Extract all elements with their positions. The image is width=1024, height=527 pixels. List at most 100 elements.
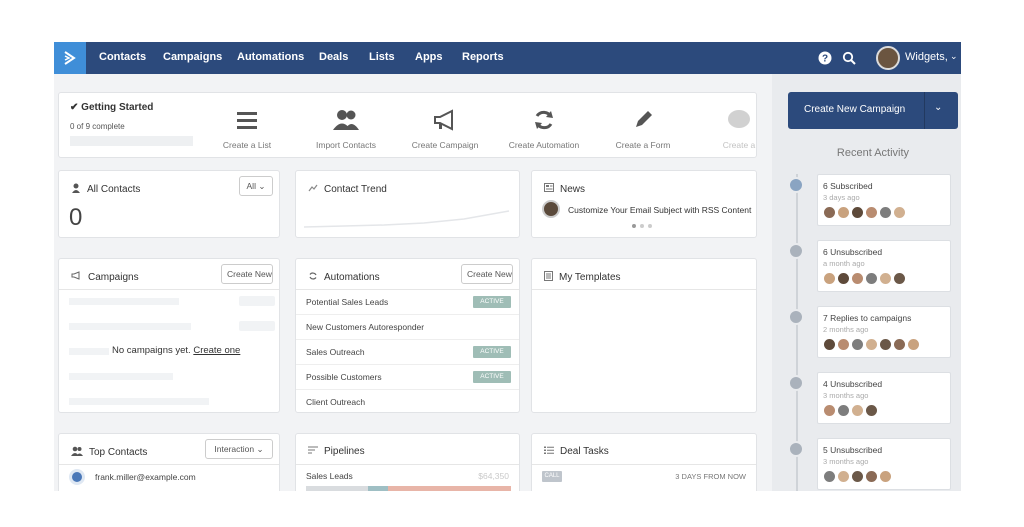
contact-avatar[interactable] xyxy=(851,470,864,483)
contact-avatar[interactable] xyxy=(865,404,878,417)
contact-avatar[interactable] xyxy=(879,338,892,351)
contact-avatar[interactable] xyxy=(837,338,850,351)
user-avatar[interactable] xyxy=(876,46,900,70)
contact-avatar[interactable] xyxy=(837,470,850,483)
contact-avatar[interactable] xyxy=(865,272,878,285)
placeholder-badge xyxy=(239,296,275,306)
automation-row[interactable]: Client Outreach xyxy=(296,390,519,412)
activity-item[interactable]: 7 Replies to campaigns 2 months ago xyxy=(788,306,960,358)
activity-card[interactable]: 4 Unsubscribed 3 months ago xyxy=(817,372,951,424)
contact-avatar[interactable] xyxy=(879,470,892,483)
contact-avatar[interactable] xyxy=(837,272,850,285)
automation-row[interactable]: New Customers Autoresponder xyxy=(296,315,519,340)
contact-avatar[interactable] xyxy=(851,272,864,285)
contact-avatar[interactable] xyxy=(865,338,878,351)
nav-contacts[interactable]: Contacts xyxy=(99,51,146,63)
task-due-date: 3 DAYS FROM NOW xyxy=(675,472,746,481)
contacts-filter-select[interactable]: All ⌄ xyxy=(239,176,273,196)
step-create-automation[interactable]: Create Automation xyxy=(502,105,586,150)
getting-started-card: ✔ Getting Started 0 of 9 complete Create… xyxy=(58,92,757,158)
create-one-link[interactable]: Create one xyxy=(193,345,240,356)
contact-avatar[interactable] xyxy=(823,206,836,219)
nav-campaigns[interactable]: Campaigns xyxy=(163,51,222,63)
contact-email[interactable]: frank.miller@example.com xyxy=(95,472,196,482)
activity-item[interactable]: 5 Unsubscribed 3 months ago xyxy=(788,438,960,490)
nav-deals[interactable]: Deals xyxy=(319,51,348,63)
status-badge: ACTIVE xyxy=(473,346,511,358)
step-label: Create a xyxy=(722,140,756,150)
getting-started-title: ✔ Getting Started xyxy=(70,102,154,113)
contact-avatar[interactable] xyxy=(865,206,878,219)
pagination-dot[interactable] xyxy=(640,224,644,228)
contact-avatar[interactable] xyxy=(837,404,850,417)
contact-avatar[interactable] xyxy=(879,272,892,285)
deal-tasks-card: Deal Tasks CALL 3 DAYS FROM NOW xyxy=(531,433,757,491)
pipeline-amount: $64,350 xyxy=(478,471,509,481)
pagination-dot[interactable] xyxy=(632,224,636,228)
search-icon[interactable] xyxy=(840,49,858,67)
activity-avatars xyxy=(823,404,878,417)
chevron-down-icon[interactable]: ⌄ xyxy=(950,51,958,62)
help-icon[interactable]: ? xyxy=(816,49,834,67)
create-campaign-button[interactable]: Create New xyxy=(221,264,273,284)
contact-avatar[interactable] xyxy=(851,338,864,351)
nav-reports[interactable]: Reports xyxy=(462,51,504,63)
activity-card[interactable]: 6 Subscribed 3 days ago xyxy=(817,174,951,226)
automation-row[interactable]: Potential Sales Leads ACTIVE xyxy=(296,290,519,315)
create-new-campaign-label: Create New Campaign xyxy=(804,104,906,115)
refresh-icon xyxy=(308,271,318,284)
step-create-list[interactable]: Create a List xyxy=(205,105,289,150)
automation-row[interactable]: Possible Customers ACTIVE xyxy=(296,365,519,390)
contact-trend-title: Contact Trend xyxy=(308,183,387,196)
create-automation-button[interactable]: Create New xyxy=(461,264,513,284)
activity-card[interactable]: 7 Replies to campaigns 2 months ago xyxy=(817,306,951,358)
reply-icon xyxy=(788,309,804,325)
contact-avatar[interactable] xyxy=(893,338,906,351)
contact-avatar[interactable] xyxy=(837,206,850,219)
chevron-down-icon[interactable]: ⌄ xyxy=(934,102,942,113)
account-name[interactable]: Widgets, xyxy=(905,51,948,63)
contact-avatar[interactable] xyxy=(907,338,920,351)
nav-lists[interactable]: Lists xyxy=(369,51,395,63)
news-pagination xyxy=(632,224,652,228)
contact-avatar[interactable] xyxy=(879,206,892,219)
placeholder-badge xyxy=(239,321,275,331)
pipeline-icon xyxy=(308,446,318,457)
contact-avatar[interactable] xyxy=(893,272,906,285)
step-create-form[interactable]: Create a Form xyxy=(601,105,685,150)
chevron-down-icon: ⌄ xyxy=(258,181,266,191)
news-card: News Customize Your Email Subject with R… xyxy=(531,170,757,238)
news-headline[interactable]: Customize Your Email Subject with RSS Co… xyxy=(568,205,751,215)
contact-avatar[interactable] xyxy=(893,206,906,219)
contact-avatar[interactable] xyxy=(823,272,836,285)
top-contacts-card: Top Contacts Interaction ⌄ frank.miller@… xyxy=(58,433,280,491)
status-badge: ACTIVE xyxy=(473,296,511,308)
top-contacts-sort-select[interactable]: Interaction ⌄ xyxy=(205,439,273,459)
activity-card[interactable]: 5 Unsubscribed 3 months ago xyxy=(817,438,951,490)
megaphone-icon xyxy=(71,271,82,283)
pipeline-name[interactable]: Sales Leads xyxy=(306,471,353,481)
contact-avatar[interactable] xyxy=(865,470,878,483)
activity-time: 3 days ago xyxy=(823,193,860,202)
logo-icon[interactable] xyxy=(54,42,86,74)
contact-avatar[interactable] xyxy=(851,206,864,219)
activity-item[interactable]: 4 Unsubscribed 3 months ago xyxy=(788,372,960,424)
contact-avatar[interactable] xyxy=(851,404,864,417)
nav-automations[interactable]: Automations xyxy=(237,51,304,63)
step-create-more[interactable]: Create a xyxy=(697,105,756,150)
contact-avatar[interactable] xyxy=(823,338,836,351)
create-new-campaign-button[interactable]: Create New Campaign ⌄ xyxy=(788,92,958,129)
activity-item[interactable]: 6 Unsubscribed a month ago xyxy=(788,240,960,292)
automation-name: Client Outreach xyxy=(306,397,366,407)
contact-avatar[interactable] xyxy=(823,404,836,417)
pagination-dot[interactable] xyxy=(648,224,652,228)
pipelines-card: Pipelines Sales Leads $64,350 xyxy=(295,433,520,491)
contact-avatar[interactable] xyxy=(823,470,836,483)
activity-card[interactable]: 6 Unsubscribed a month ago xyxy=(817,240,951,292)
step-import-contacts[interactable]: Import Contacts xyxy=(304,105,388,150)
pipeline-stage-bar xyxy=(306,486,511,491)
step-create-campaign[interactable]: Create Campaign xyxy=(403,105,487,150)
activity-item[interactable]: 6 Subscribed 3 days ago xyxy=(788,174,960,226)
nav-apps[interactable]: Apps xyxy=(415,51,443,63)
automation-row[interactable]: Sales Outreach ACTIVE xyxy=(296,340,519,365)
